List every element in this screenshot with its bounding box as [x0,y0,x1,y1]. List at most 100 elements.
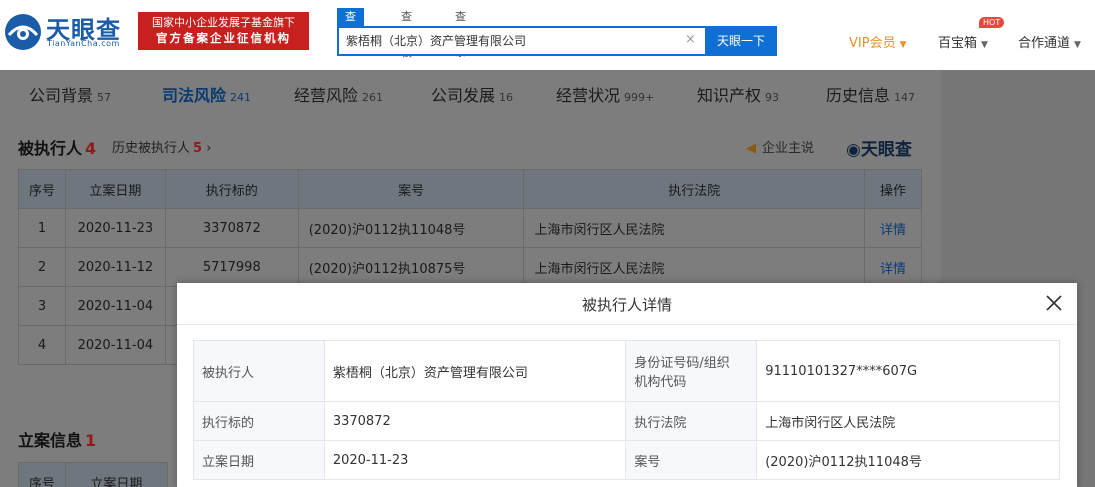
toolbox-label: 百宝箱 [938,36,978,51]
section-count: 1 [85,431,97,450]
megaphone-icon: ◀ [746,141,756,156]
tab-count: 147 [894,91,916,104]
row-no: 1 [18,208,66,248]
badge-line2: 官方备案企业征信机构 [156,31,291,45]
tab-label: 公司发展 [431,86,496,105]
tab-business-risk[interactable]: 经营风险 261 [294,82,383,106]
category-tabs: 公司背景 57 司法风险 241 经营风险 261 公司发展 16 经营状况 999+ 知… [0,70,941,118]
tab-operating-status[interactable]: 经营状况 999+ [556,82,654,106]
col-header: 案号 [297,169,525,209]
row-no: 3 [18,286,66,326]
history-executed-link[interactable]: 历史被执行人 5 › [112,137,211,156]
table-header-row: 序号 立案日期 [18,462,169,487]
field-value: 上海市闵行区人民法院 [756,401,1060,441]
search-button[interactable]: 天眼一下 [705,26,777,56]
vip-label: VIP会员 [849,36,896,51]
col-header: 执行标的 [164,169,299,209]
search-box: × [337,26,705,56]
executed-section-title: 被执行人 4 [18,135,96,159]
row-case-no: (2020)沪0112执11048号 [297,208,525,248]
row-date: 2020-11-23 [64,208,166,248]
tab-company-development[interactable]: 公司发展 16 [431,82,513,106]
executed-detail-modal: 被执行人详情 被执行人 紫梧桐（北京）资产管理有限公司 身份证号码/组织 机构代码… [177,283,1077,487]
hot-badge: HOT [979,17,1005,28]
chevron-down-icon: ▼ [899,40,907,50]
field-label: 身份证号码/组织 机构代码 [625,340,758,402]
section-title-text: 立案信息 [18,431,83,450]
close-icon[interactable] [1043,292,1065,314]
detail-link[interactable]: 详情 [880,223,906,238]
col-header: 序号 [18,169,66,209]
row-no: 4 [18,325,66,365]
row-no: 2 [18,247,66,287]
chevron-down-icon: ▼ [981,40,988,50]
field-label: 立案日期 [193,440,325,480]
company-say-link[interactable]: ◀ 企业主说 [746,137,814,156]
detail-link[interactable]: 详情 [880,262,906,277]
search-input[interactable] [346,33,666,47]
table-row: 2 2020-11-12 5717998 (2020)沪0112执10875号 … [18,247,922,287]
vip-menu[interactable]: VIP会员 ▼ [849,32,907,51]
col-header: 序号 [18,462,66,487]
tab-count: 241 [230,91,252,104]
logo-domain: TianYanCha.com [47,39,120,48]
partner-label: 合作通道 [1018,36,1071,51]
company-say-label: 企业主说 [762,141,815,156]
tab-intellectual-property[interactable]: 知识产权 93 [697,82,779,106]
history-count: 5 [193,141,203,156]
field-value: 紫梧桐（北京）资产管理有限公司 [323,340,627,402]
detail-row: 被执行人 紫梧桐（北京）资产管理有限公司 身份证号码/组织 机构代码 911101… [193,340,1060,402]
search-tab-boss[interactable]: 查老板 [401,8,412,59]
fund-badge: 国家中小企业发展子基金旗下 官方备案企业征信机构 [138,12,309,50]
watermark-text: 天眼查 [860,140,912,160]
detail-table: 被执行人 紫梧桐（北京）资产管理有限公司 身份证号码/组织 机构代码 911101… [193,340,1060,480]
row-date: 2020-11-12 [64,247,166,287]
tab-count: 261 [362,91,384,104]
row-court: 上海市闵行区人民法院 [523,208,866,248]
tab-history-info[interactable]: 历史信息 147 [826,82,915,106]
tab-company-background[interactable]: 公司背景 57 [29,82,111,106]
toolbox-menu[interactable]: 百宝箱 ▼ [938,32,988,51]
row-court: 上海市闵行区人民法院 [523,247,866,287]
detail-row: 立案日期 2020-11-23 案号 (2020)沪0112执11048号 [193,440,1060,480]
badge-line1: 国家中小企业发展子基金旗下 [152,16,295,29]
tab-label: 历史信息 [826,86,891,105]
history-label: 历史被执行人 [112,141,191,156]
eye-logo-icon: ◉ [846,140,861,160]
tab-count: 57 [97,91,112,104]
row-amount: 5717998 [164,247,299,287]
modal-header: 被执行人详情 [177,283,1077,325]
table-row: 1 2020-11-23 3370872 (2020)沪0112执11048号 … [18,208,922,248]
col-header: 执行法院 [523,169,866,209]
col-header: 操作 [864,169,922,209]
chevron-right-icon: › [202,141,212,156]
tab-label: 经营风险 [294,86,359,105]
col-header: 立案日期 [64,462,169,487]
col-header: 立案日期 [64,169,166,209]
tianyancha-watermark: ◉天眼查 [846,135,912,160]
section-title-text: 被执行人 [18,139,83,158]
table-header-row: 序号 立案日期 执行标的 案号 执行法院 操作 [18,169,922,209]
tab-judicial-risk[interactable]: 司法风险 241 [162,82,251,106]
filing-section-title: 立案信息 1 [18,427,96,451]
detail-row: 执行标的 3370872 执行法院 上海市闵行区人民法院 [193,401,1060,441]
tab-label: 司法风险 [162,86,227,105]
clear-icon[interactable]: × [685,32,696,47]
row-date: 2020-11-04 [64,286,166,326]
field-label-line1: 身份证号码/组织 [634,356,730,371]
field-value: (2020)沪0112执11048号 [756,440,1060,480]
field-value: 2020-11-23 [323,440,627,480]
tianyancha-logo[interactable]: 天眼查 TianYanCha.com [4,8,132,58]
field-label: 案号 [625,440,758,480]
row-date: 2020-11-04 [64,325,166,365]
field-value: 3370872 [323,401,627,441]
modal-title: 被执行人详情 [581,296,672,314]
field-value: 91110101327****607G [756,340,1060,402]
row-case-no: (2020)沪0112执10875号 [297,247,525,287]
partner-menu[interactable]: 合作通道 ▼ [1018,32,1081,51]
field-label-line2: 机构代码 [634,375,687,390]
tab-label: 知识产权 [697,86,762,105]
search-tab-relation[interactable]: 查关系 [455,8,466,59]
search-tab-company[interactable]: 查公司 [337,8,364,59]
section-count: 4 [85,139,97,158]
